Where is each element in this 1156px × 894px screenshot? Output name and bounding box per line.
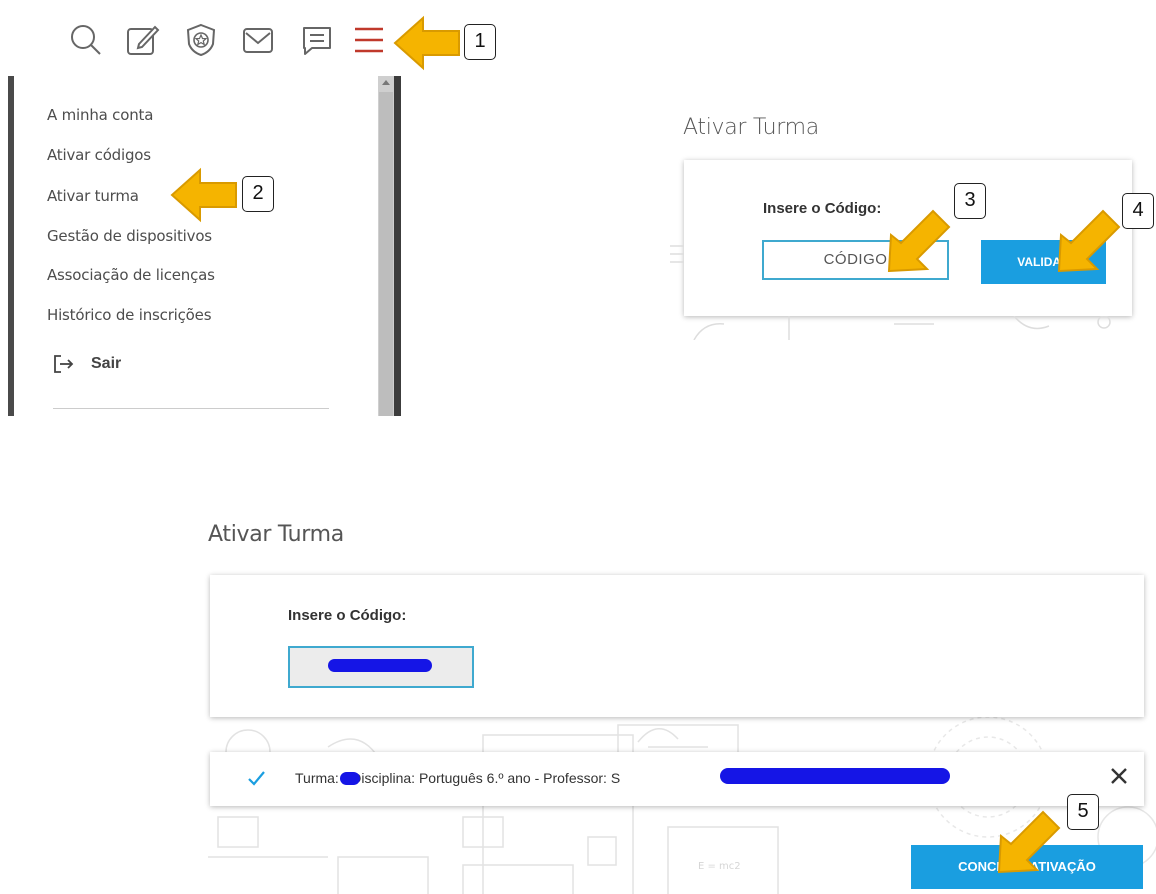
callout-badge-3: 3 — [954, 183, 986, 219]
check-icon — [248, 771, 265, 786]
menu-divider — [53, 408, 329, 409]
page-title-confirmation: Ativar Turma — [208, 522, 344, 547]
code-label-confirmation: Insere o Código: — [288, 607, 407, 624]
callout-badge-5: 5 — [1067, 794, 1099, 830]
callout-arrow-1 — [393, 15, 460, 71]
menu-item-activate-codes[interactable]: Ativar códigos — [47, 146, 151, 164]
redaction-mark — [720, 768, 950, 784]
badge-star-icon[interactable] — [183, 22, 219, 58]
search-icon[interactable] — [68, 22, 104, 58]
mail-icon[interactable] — [240, 22, 276, 58]
menu-item-license-association[interactable]: Associação de licenças — [47, 266, 215, 284]
code-label: Insere o Código: — [763, 200, 882, 217]
logout-icon — [54, 355, 74, 373]
hamburger-menu-icon[interactable] — [353, 22, 389, 58]
scroll-up-icon[interactable] — [382, 80, 390, 85]
callout-arrow-3 — [887, 209, 951, 273]
menu-item-activate-class[interactable]: Ativar turma — [47, 187, 139, 205]
callout-arrow-4 — [1057, 209, 1121, 273]
edit-icon[interactable] — [125, 22, 161, 58]
callout-badge-2: 2 — [242, 176, 274, 212]
background-sketch-icon — [670, 245, 684, 263]
callout-arrow-5 — [997, 810, 1061, 874]
callout-arrow-2 — [170, 167, 237, 223]
callout-badge-1: 1 — [464, 24, 496, 60]
redaction-mark — [340, 772, 360, 785]
menu-item-my-account[interactable]: A minha conta — [47, 106, 153, 124]
background-illustration — [684, 316, 1132, 340]
menu-item-device-management[interactable]: Gestão de dispositivos — [47, 227, 212, 245]
logout-label: Sair — [91, 355, 122, 372]
page-title: Ativar Turma — [683, 115, 819, 140]
redaction-mark — [328, 659, 432, 672]
logout-button[interactable]: Sair — [53, 354, 121, 374]
close-icon[interactable] — [1107, 764, 1131, 788]
chat-icon[interactable] — [299, 22, 335, 58]
menu-scroll-thumb[interactable] — [379, 92, 393, 416]
menu-item-enrollment-history[interactable]: Histórico de inscrições — [47, 306, 212, 324]
callout-badge-4: 4 — [1122, 193, 1154, 229]
svg-text:E = mc2: E = mc2 — [698, 861, 741, 872]
